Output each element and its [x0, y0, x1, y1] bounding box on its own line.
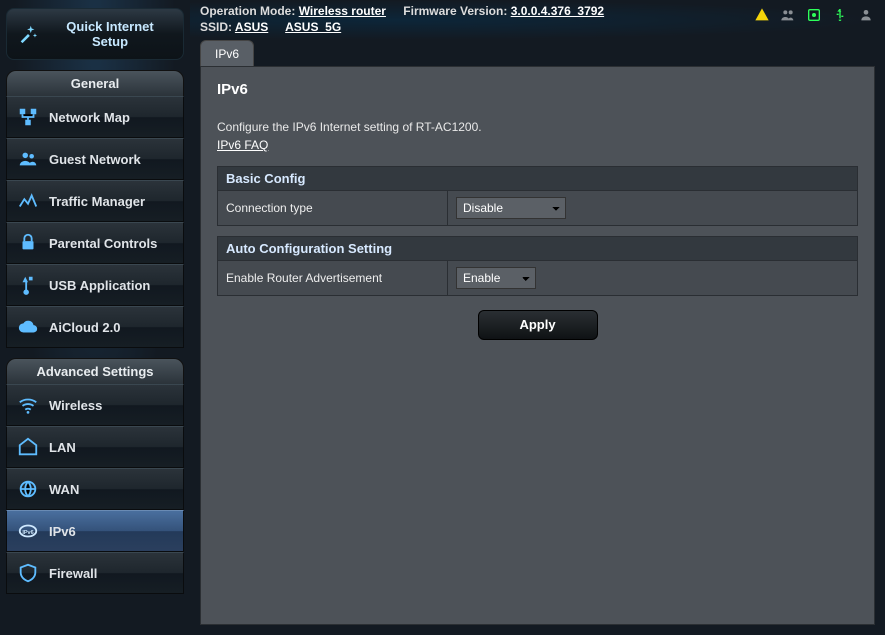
sidebar-item-guest-network[interactable]: Guest Network: [6, 138, 184, 180]
router-advert-label: Enable Router Advertisement: [218, 261, 448, 296]
wireless-icon: [17, 394, 39, 416]
tab-ipv6[interactable]: IPv6: [200, 40, 254, 66]
magic-wand-icon: [17, 23, 39, 45]
guest-network-icon: [17, 148, 39, 170]
parental-controls-icon: [17, 232, 39, 254]
sidebar-item-wireless[interactable]: Wireless: [6, 384, 184, 426]
router-advert-select[interactable]: Enable: [456, 267, 536, 289]
fw-value[interactable]: 3.0.0.4.376_3792: [511, 4, 604, 18]
clients-icon[interactable]: [779, 6, 797, 24]
sidebar-item-aicloud[interactable]: AiCloud 2.0: [6, 306, 184, 348]
ipv6-faq-link[interactable]: IPv6 FAQ: [217, 138, 268, 152]
internet-status-icon[interactable]: [805, 6, 823, 24]
lan-icon: [17, 436, 39, 458]
auto-config-table: Auto Configuration Setting Enable Router…: [217, 236, 858, 296]
sidebar-item-firewall[interactable]: Firewall: [6, 552, 184, 594]
qis-label: Quick Internet Setup: [47, 19, 173, 49]
content-wrap: IPv6 Configure the IPv6 Internet setting…: [190, 66, 885, 635]
advanced-section-header: Advanced Settings: [6, 358, 184, 384]
traffic-manager-icon: [17, 190, 39, 212]
auto-config-header: Auto Configuration Setting: [218, 237, 858, 261]
user-status-icon[interactable]: [857, 6, 875, 24]
sidebar-item-wan[interactable]: WAN: [6, 468, 184, 510]
quick-internet-setup-button[interactable]: Quick Internet Setup: [6, 8, 184, 60]
tab-bar: IPv6: [190, 40, 885, 66]
ssid-label: SSID:: [200, 20, 232, 34]
sidebar-item-ipv6[interactable]: IPv6 IPv6: [6, 510, 184, 552]
fw-label: Firmware Version:: [403, 4, 507, 18]
header-bar: Operation Mode: Wireless router Firmware…: [190, 0, 885, 40]
usb-status-icon[interactable]: [831, 6, 849, 24]
general-section-header: General: [6, 70, 184, 96]
firewall-icon: [17, 562, 39, 584]
sidebar-item-traffic-manager[interactable]: Traffic Manager: [6, 180, 184, 222]
sidebar-item-usb-application[interactable]: USB Application: [6, 264, 184, 306]
ssid-2[interactable]: ASUS_5G: [285, 20, 341, 34]
sidebar-item-network-map[interactable]: Network Map: [6, 96, 184, 138]
usb-application-icon: [17, 274, 39, 296]
status-icons: [753, 6, 875, 24]
connection-type-label: Connection type: [218, 191, 448, 226]
page-description: Configure the IPv6 Internet setting of R…: [217, 120, 858, 134]
op-mode-value[interactable]: Wireless router: [299, 4, 386, 18]
wan-icon: [17, 478, 39, 500]
connection-type-select[interactable]: Disable: [456, 197, 566, 219]
svg-text:IPv6: IPv6: [22, 530, 33, 536]
aicloud-icon: [17, 316, 39, 338]
apply-button[interactable]: Apply: [478, 310, 598, 340]
general-nav-list: Network Map Guest Network Traffic Manage…: [6, 96, 184, 348]
op-mode-label: Operation Mode:: [200, 4, 295, 18]
advanced-nav-list: Wireless LAN WAN IPv6 IPv6 Firewall: [6, 384, 184, 594]
ipv6-icon: IPv6: [17, 520, 39, 542]
sidebar-item-parental-controls[interactable]: Parental Controls: [6, 222, 184, 264]
alert-icon[interactable]: [753, 6, 771, 24]
router-admin-app: Quick Internet Setup General Network Map…: [0, 0, 885, 635]
network-map-icon: [17, 106, 39, 128]
left-sidebar: Quick Internet Setup General Network Map…: [0, 0, 190, 635]
main-area: Operation Mode: Wireless router Firmware…: [190, 0, 885, 635]
basic-config-header: Basic Config: [218, 167, 858, 191]
sidebar-item-lan[interactable]: LAN: [6, 426, 184, 468]
settings-panel: IPv6 Configure the IPv6 Internet setting…: [200, 66, 875, 625]
basic-config-table: Basic Config Connection type Disable: [217, 166, 858, 226]
ssid-1[interactable]: ASUS: [235, 20, 268, 34]
page-title: IPv6: [217, 81, 858, 98]
